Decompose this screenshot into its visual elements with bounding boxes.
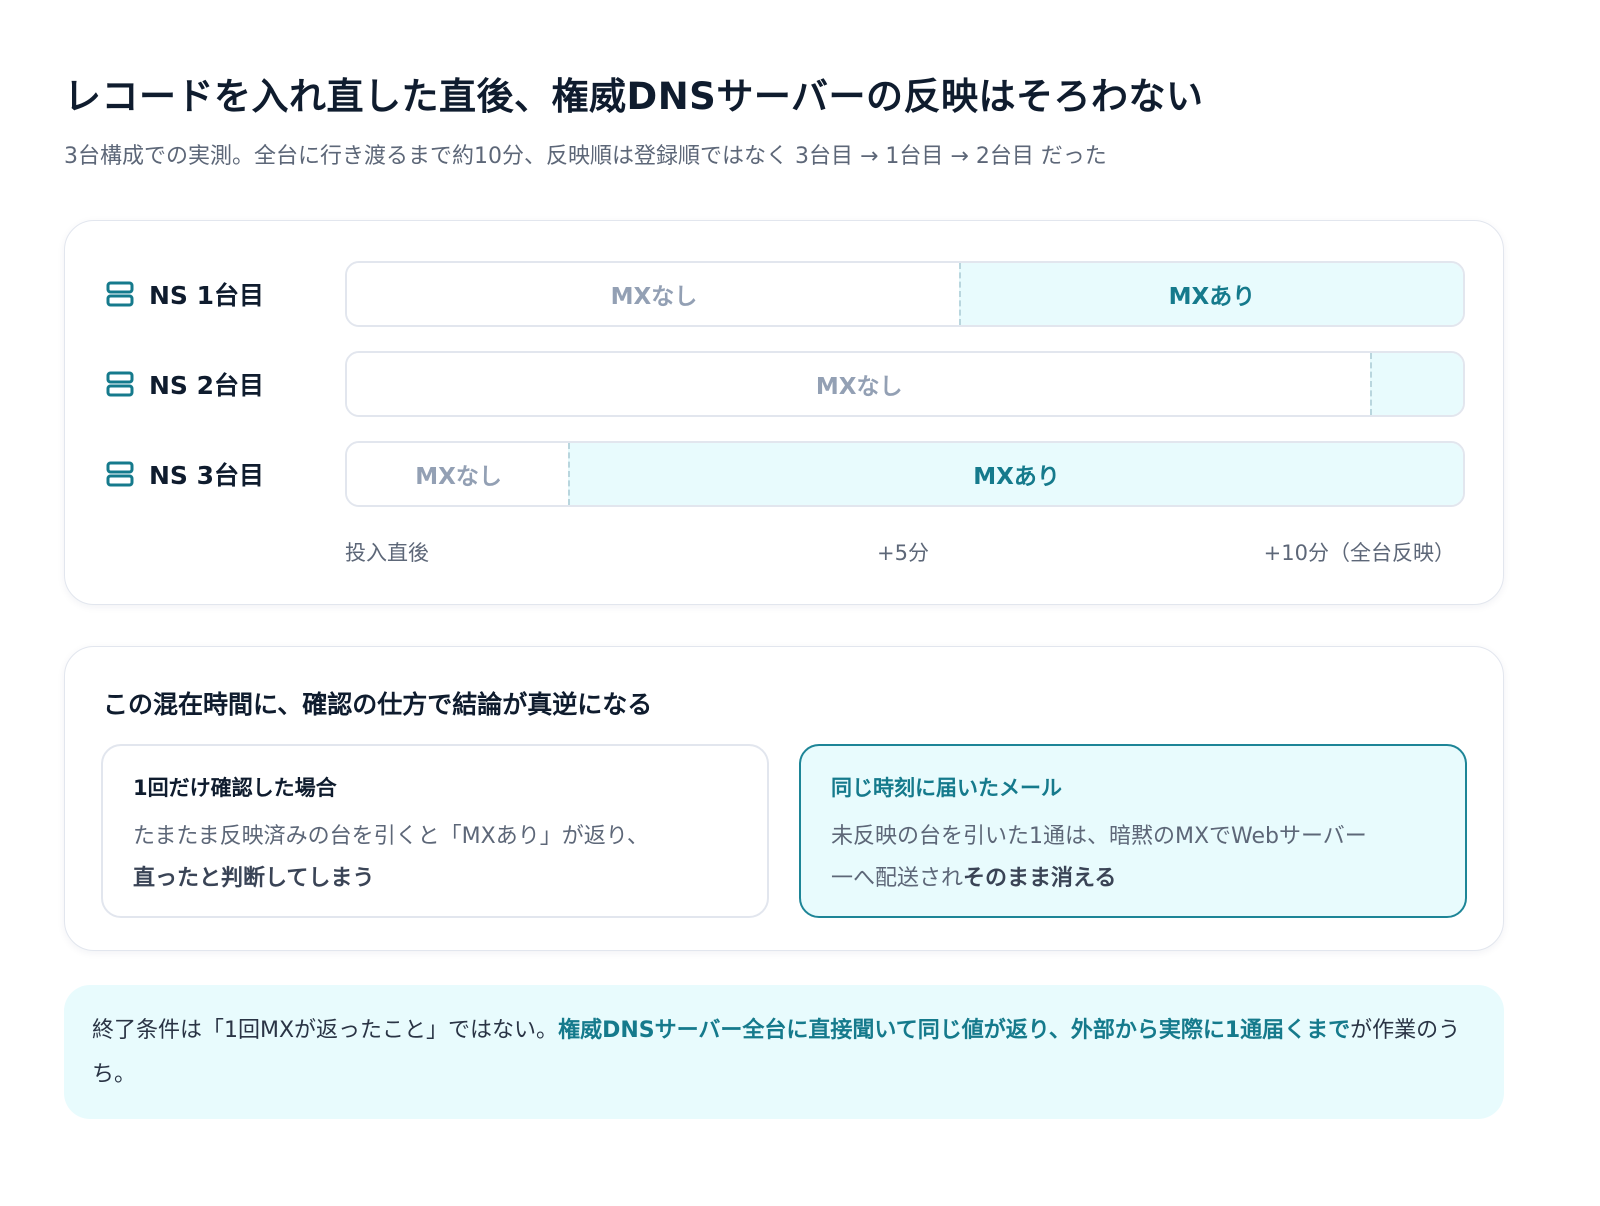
- axis-label-end: +10分（全台反映）: [1263, 541, 1455, 565]
- case-body-text-2: 一へ配送され: [831, 866, 964, 891]
- propagation-bar: MXなし MXあり: [345, 261, 1465, 327]
- ns-row-3: NS 3台目 MXなし MXあり: [105, 441, 1465, 507]
- propagation-timeline-card: NS 1台目 MXなし MXあり NS 2台目 MXなし NS 3台目 MXなし…: [64, 220, 1504, 605]
- ns-label-text: NS 1台目: [149, 281, 265, 310]
- segment-mx-present: MXあり: [958, 263, 1463, 325]
- ns-label: NS 1台目: [105, 261, 264, 327]
- server-icon: [106, 371, 134, 397]
- case-mail-loss: 同じ時刻に届いたメール 未反映の台を引いた1通は、暗黙のMXでWebサーバー 一へ…: [799, 744, 1467, 918]
- comparison-heading: この混在時間に、確認の仕方で結論が真逆になる: [103, 690, 653, 719]
- segment-mx-absent: MXなし: [347, 353, 1372, 415]
- ns-row-2: NS 2台目 MXなし: [105, 351, 1465, 417]
- page-subtitle: 3台構成での実測。全台に行き渡るまで約10分、反映順は登録順ではなく 3台目 →…: [64, 144, 1107, 169]
- case-body-emphasis: 直ったと判断してしまう: [133, 866, 375, 891]
- ns-label: NS 2台目: [105, 351, 264, 417]
- case-body-text: 未反映の台を引いた1通は、暗黙のMXでWebサーバー: [831, 824, 1367, 849]
- ns-label-text: NS 2台目: [149, 371, 265, 400]
- server-icon: [106, 461, 134, 487]
- conclusion-highlight: 権威DNSサーバー全台に直接聞いて同じ値が返り、外部から実際に1通届くまで: [558, 1018, 1351, 1043]
- case-title: 1回だけ確認した場合: [133, 776, 337, 800]
- page-title: レコードを入れ直した直後、権威DNSサーバーの反映はそろわない: [64, 75, 1204, 118]
- page: レコードを入れ直した直後、権威DNSサーバーの反映はそろわない 3台構成での実測…: [0, 0, 1600, 1206]
- segment-mx-absent: MXなし: [347, 443, 571, 505]
- axis-label-start: 投入直後: [345, 541, 429, 565]
- propagation-bar: MXなし MXあり: [345, 441, 1465, 507]
- segment-mx-present: [1369, 353, 1463, 415]
- conclusion-banner: 終了条件は「1回MXが返ったこと」ではない。権威DNSサーバー全台に直接聞いて同…: [64, 985, 1504, 1119]
- case-body: 未反映の台を引いた1通は、暗黙のMXでWebサーバー 一へ配送されそのまま消える: [831, 816, 1435, 900]
- propagation-bar: MXなし: [345, 351, 1465, 417]
- comparison-card: この混在時間に、確認の仕方で結論が真逆になる 1回だけ確認した場合 たまたま反映…: [64, 646, 1504, 951]
- case-body-emphasis: そのまま消える: [963, 866, 1117, 891]
- segment-mx-absent: MXなし: [347, 263, 961, 325]
- axis-label-mid: +5分: [877, 541, 929, 565]
- case-title: 同じ時刻に届いたメール: [831, 776, 1062, 800]
- ns-label-text: NS 3台目: [149, 461, 265, 490]
- ns-label: NS 3台目: [105, 441, 264, 507]
- ns-row-1: NS 1台目 MXなし MXあり: [105, 261, 1465, 327]
- server-icon: [106, 281, 134, 307]
- conclusion-text: 終了条件は「1回MXが返ったこと」ではない。: [92, 1018, 559, 1043]
- segment-mx-present: MXあり: [568, 443, 1463, 505]
- case-body: たまたま反映済みの台を引くと「MXあり」が返り、 直ったと判断してしまう: [133, 816, 737, 900]
- case-body-text: たまたま反映済みの台を引くと「MXあり」が返り、: [133, 824, 649, 849]
- case-single-check: 1回だけ確認した場合 たまたま反映済みの台を引くと「MXあり」が返り、 直ったと判…: [101, 744, 769, 918]
